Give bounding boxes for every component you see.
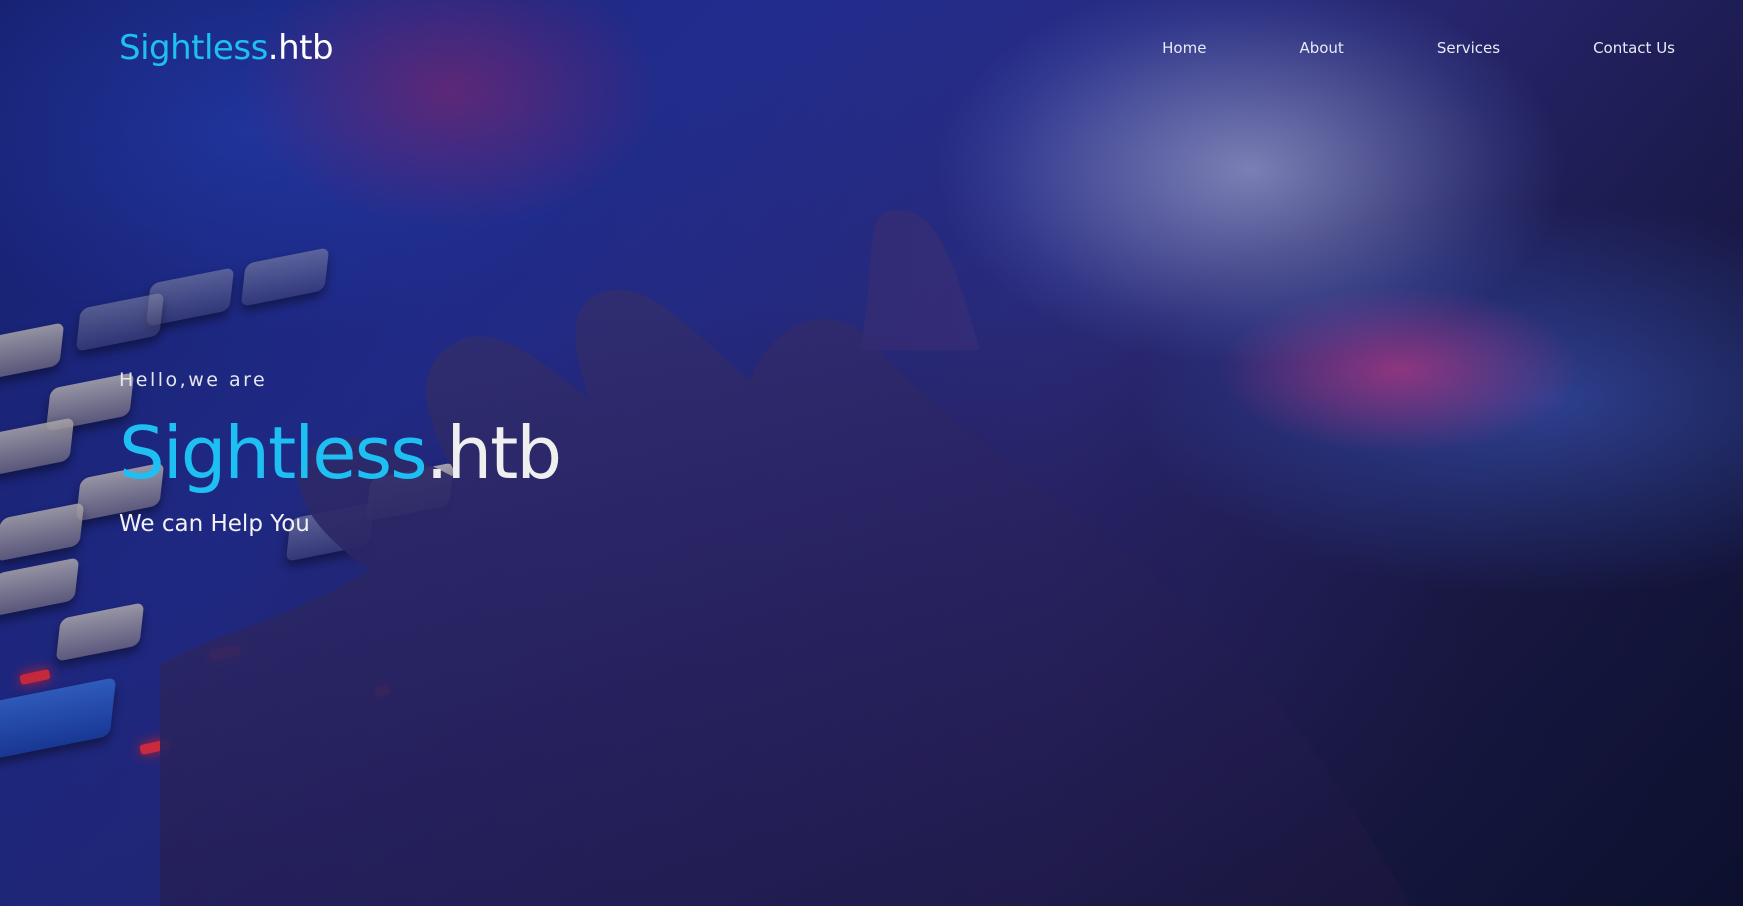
nav-item-services[interactable]: Services	[1437, 36, 1500, 60]
nav-item-contact-us[interactable]: Contact Us	[1593, 36, 1675, 60]
brand-name-accent: Sightless	[119, 28, 268, 68]
hero-title: Sightless.htb	[119, 411, 562, 495]
nav-menu: Home About Services Contact Us	[1162, 36, 1675, 60]
keyboard-key	[55, 602, 145, 662]
hero-text-block: Hello,we are Sightless.htb We can Help Y…	[119, 366, 562, 540]
hero-tagline: We can Help You	[119, 511, 310, 537]
key-light	[19, 668, 51, 686]
keyboard-key	[75, 292, 165, 352]
hero-greeting: Hello,we are	[119, 369, 268, 391]
brand-name-suffix: .htb	[267, 28, 334, 68]
keyboard-key	[0, 322, 65, 382]
nav-item-home[interactable]: Home	[1162, 36, 1206, 60]
keyboard-key	[145, 267, 235, 327]
hero-title-accent: Sightless	[119, 411, 428, 495]
hero-title-suffix: .htb	[425, 411, 562, 495]
keyboard-key	[0, 502, 85, 562]
keyboard-key	[0, 557, 80, 617]
hero-section: Sightless.htb Home About Services Contac…	[0, 0, 1743, 906]
keyboard-key	[240, 247, 330, 307]
key-light	[139, 738, 171, 756]
keyboard-key	[0, 677, 117, 763]
nav-item-about[interactable]: About	[1299, 36, 1343, 60]
brand-logo-link[interactable]: Sightless.htb	[119, 24, 334, 72]
key-light	[209, 644, 241, 662]
keyboard-key	[0, 417, 75, 477]
key-light	[374, 684, 390, 698]
top-navbar: Sightless.htb Home About Services Contac…	[0, 0, 1743, 96]
